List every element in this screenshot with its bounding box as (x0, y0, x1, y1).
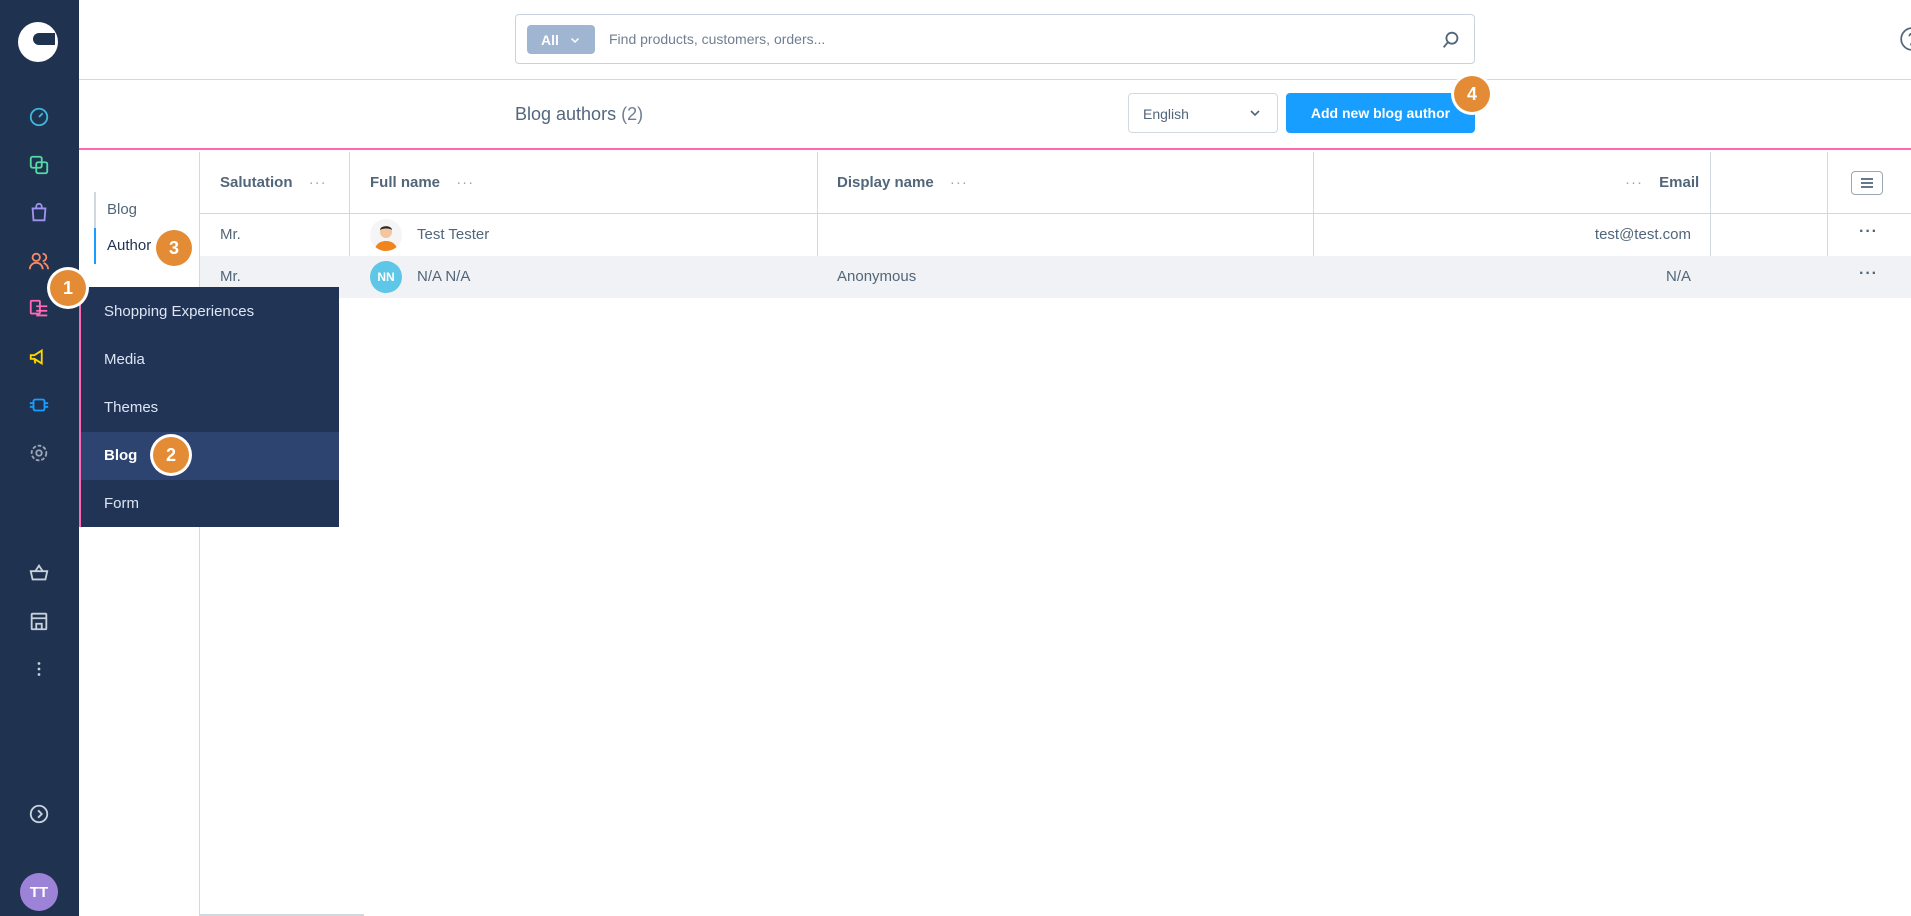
orders-icon[interactable] (26, 200, 52, 226)
cell-email: N/A (1665, 268, 1691, 285)
dashboard-icon[interactable] (26, 104, 52, 130)
table-row[interactable]: Mr. Test Tester test@test.com ··· (200, 214, 1911, 256)
content-icon[interactable] (26, 296, 52, 322)
language-value: English (1143, 106, 1189, 122)
main-sidebar: TT (0, 0, 79, 916)
cell-full-name[interactable]: Test Tester (417, 226, 489, 243)
flyout-item-blog[interactable]: Blog (81, 432, 339, 480)
header-full-name-label: Full name (370, 174, 441, 191)
search-type-label: All (541, 31, 559, 48)
grid-header: Salutation ··· Full name ··· Display nam… (200, 152, 1911, 214)
header-salutation-label: Salutation (220, 174, 293, 191)
settings-icon[interactable] (26, 440, 52, 466)
help-icon[interactable] (1899, 26, 1911, 52)
search-icon[interactable] (1440, 29, 1462, 51)
flyout-item-shopping-experiences[interactable]: Shopping Experiences (81, 288, 339, 336)
sales-channel-store-icon[interactable] (26, 608, 52, 634)
customers-icon[interactable] (26, 248, 52, 274)
global-search[interactable]: All Find products, customers, orders... (515, 14, 1475, 64)
cell-full-name[interactable]: N/A N/A (417, 268, 470, 285)
step-badge: 1 (50, 270, 86, 306)
author-initials-avatar: NN (370, 261, 402, 293)
page-header: Blog authors (2) English Add new blog au… (79, 80, 1911, 150)
catalogues-icon[interactable] (26, 152, 52, 178)
add-blog-author-button[interactable]: Add new blog author (1286, 93, 1475, 133)
content-flyout-menu: Shopping Experiences Media Themes Blog F… (79, 287, 339, 527)
column-options-icon[interactable]: ··· (456, 174, 474, 191)
cell-email: test@test.com (1594, 226, 1691, 243)
top-bar: All Find products, customers, orders... (79, 0, 1911, 80)
sales-channel-basket-icon[interactable] (26, 560, 52, 586)
column-options-icon[interactable]: ··· (309, 174, 327, 191)
chevron-down-icon (1250, 110, 1260, 117)
flyout-item-themes[interactable]: Themes (81, 384, 339, 432)
column-options-icon[interactable]: ··· (1625, 174, 1643, 191)
user-avatar[interactable]: TT (20, 873, 58, 911)
shopware-logo-icon[interactable] (18, 22, 58, 62)
step-badge: 2 (153, 437, 189, 473)
table-row[interactable]: Mr. NN N/A N/A Anonymous N/A ··· (200, 256, 1911, 298)
marketing-icon[interactable] (26, 344, 52, 370)
page-title-text: Blog authors (515, 104, 617, 124)
search-input[interactable]: Find products, customers, orders... (609, 31, 825, 47)
step-badge: 3 (156, 230, 192, 266)
author-avatar (370, 219, 402, 251)
subnav-item-blog[interactable]: Blog (94, 192, 194, 228)
row-actions-icon[interactable]: ··· (1859, 265, 1878, 283)
header-email[interactable]: ··· Email (1625, 174, 1699, 191)
page-title: Blog authors (2) (515, 104, 643, 125)
header-salutation[interactable]: Salutation ··· (220, 174, 327, 191)
list-menu-icon (1861, 178, 1873, 188)
cell-salutation: Mr. (220, 226, 241, 243)
header-display-name-label: Display name (837, 174, 934, 191)
search-type-select[interactable]: All (527, 25, 595, 54)
cell-salutation: Mr. (220, 268, 241, 285)
header-full-name[interactable]: Full name ··· (370, 174, 474, 191)
page-title-count: (2) (621, 104, 644, 124)
cell-display-name: Anonymous (837, 268, 917, 285)
flyout-item-form[interactable]: Form (81, 480, 339, 528)
header-display-name[interactable]: Display name ··· (837, 174, 968, 191)
more-vertical-icon[interactable] (26, 656, 52, 682)
expand-sidebar-icon[interactable] (26, 801, 52, 827)
flyout-item-media[interactable]: Media (81, 336, 339, 384)
chevron-down-icon (570, 37, 579, 43)
extensions-icon[interactable] (26, 392, 52, 418)
blog-subnav: Blog Author (79, 152, 200, 916)
grid-settings-button[interactable] (1851, 171, 1883, 195)
header-email-label: Email (1659, 174, 1700, 191)
row-actions-icon[interactable]: ··· (1859, 223, 1878, 241)
language-switch[interactable]: English (1128, 93, 1278, 133)
step-badge: 4 (1454, 76, 1490, 112)
column-options-icon[interactable]: ··· (950, 174, 968, 191)
